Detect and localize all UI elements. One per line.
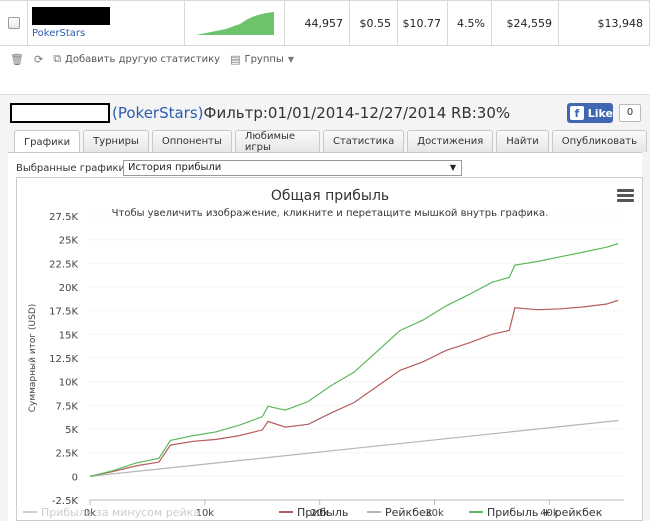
chart-title: Общая прибыль bbox=[271, 188, 389, 204]
panel-header: (PokerStars) Фильтр:01/01/2014-12/27/201… bbox=[10, 101, 510, 125]
add-stat-icon: ⧉ bbox=[53, 52, 62, 65]
total-cell: $24,559 bbox=[492, 1, 559, 45]
series-line bbox=[89, 242, 619, 477]
series-line bbox=[89, 299, 619, 477]
y-tick-label: 7.5K bbox=[56, 401, 79, 412]
add-stat-link[interactable]: Добавить другую статистику bbox=[65, 54, 220, 65]
filter-text: Фильтр:01/01/2014-12/27/2014 RB:30% bbox=[203, 104, 511, 122]
toolbar: 🗑 ⟳ ⧉ Добавить другую статистику ▤ Групп… bbox=[0, 48, 650, 70]
tab-statistics[interactable]: Статистика bbox=[323, 130, 405, 152]
tab-favorite-games[interactable]: Любимые игры bbox=[234, 130, 320, 153]
chart-selector[interactable]: История прибыли ▼ bbox=[123, 160, 462, 176]
legend-label: Прибыль bbox=[297, 506, 348, 519]
player-cell: PokerStars bbox=[28, 1, 185, 45]
profit-cell: $13,948 bbox=[597, 16, 644, 30]
refresh-icon[interactable]: ⟳ bbox=[34, 53, 43, 66]
profit-chart[interactable]: Общая прибыль Чтобы увеличить изображение… bbox=[16, 177, 643, 521]
sparkline bbox=[195, 12, 274, 35]
facebook-icon: f bbox=[570, 106, 584, 120]
facebook-like-label: Like bbox=[587, 106, 613, 120]
y-tick-label: 27.5K bbox=[49, 212, 78, 223]
row-checkbox[interactable] bbox=[7, 17, 20, 29]
y-tick-label: 17.5K bbox=[49, 307, 78, 318]
tab-publish[interactable]: Опубликовать bbox=[551, 130, 647, 152]
chart-subtitle: Чтобы увеличить изображение, кликните и … bbox=[112, 208, 549, 219]
y-tick-label: 22.5K bbox=[49, 259, 78, 270]
tab-bar: Графики Турниры Оппоненты Любимые игры С… bbox=[14, 130, 650, 153]
row-checkbox-cell bbox=[0, 1, 28, 45]
y-tick-label: 25K bbox=[59, 236, 79, 247]
y-tick-label: 5K bbox=[65, 425, 78, 436]
legend-label: Прибыль + рейкбек bbox=[487, 506, 603, 519]
tab-tournaments[interactable]: Турниры bbox=[83, 130, 149, 152]
chart-selector-value: История прибыли bbox=[128, 162, 222, 173]
tab-opponents[interactable]: Оппоненты bbox=[151, 130, 232, 152]
hands-cell: 44,957 bbox=[285, 1, 350, 45]
tab-achievements[interactable]: Достижения bbox=[407, 130, 494, 152]
chart-svg: Общая прибыль Чтобы увеличить изображение… bbox=[23, 188, 624, 519]
groups-icon: ▤ bbox=[230, 52, 241, 66]
site-link[interactable]: (PokerStars) bbox=[112, 104, 204, 122]
groups-dropdown[interactable]: Группы bbox=[244, 54, 283, 65]
redacted-player-name bbox=[10, 103, 110, 123]
y-tick-label: 0 bbox=[72, 472, 78, 483]
avg-cell: $10.77 bbox=[398, 1, 448, 45]
y-tick-label: 20K bbox=[59, 283, 79, 294]
legend-label: Рейкбек bbox=[385, 506, 433, 519]
y-tick-label: 2.5K bbox=[56, 449, 79, 460]
facebook-like-count: 0 bbox=[619, 104, 641, 122]
chevron-down-icon: ▼ bbox=[449, 163, 456, 172]
redacted-player-name bbox=[32, 7, 110, 25]
trash-icon[interactable]: 🗑 bbox=[10, 53, 24, 66]
sparkline-area bbox=[195, 12, 274, 35]
rb-pct-cell: 4.5% bbox=[448, 1, 492, 45]
bb-cell: $0.55 bbox=[350, 1, 398, 45]
y-tick-label: 15K bbox=[59, 330, 79, 341]
site-link[interactable]: PokerStars bbox=[32, 28, 85, 39]
stats-row: PokerStars 44,957 $0.55 $10.77 4.5% $24,… bbox=[0, 0, 650, 46]
legend-label: Прибыль за минусом рейка bbox=[41, 506, 200, 519]
y-tick-label: 12.5K bbox=[49, 354, 78, 365]
tab-charts[interactable]: Графики bbox=[14, 130, 81, 153]
chevron-down-icon[interactable]: ▼ bbox=[288, 55, 294, 64]
chart-menu-icon[interactable] bbox=[617, 189, 634, 203]
y-tick-label: 10K bbox=[59, 378, 79, 389]
facebook-like-button[interactable]: f Like bbox=[567, 103, 613, 123]
sparkline-cell bbox=[185, 1, 285, 45]
chart-selector-label: Выбранные графики: bbox=[16, 163, 129, 174]
tab-divider bbox=[8, 152, 642, 153]
y-axis-label: Суммарный итог (USD) bbox=[28, 304, 38, 413]
tab-find[interactable]: Найти bbox=[496, 130, 549, 152]
